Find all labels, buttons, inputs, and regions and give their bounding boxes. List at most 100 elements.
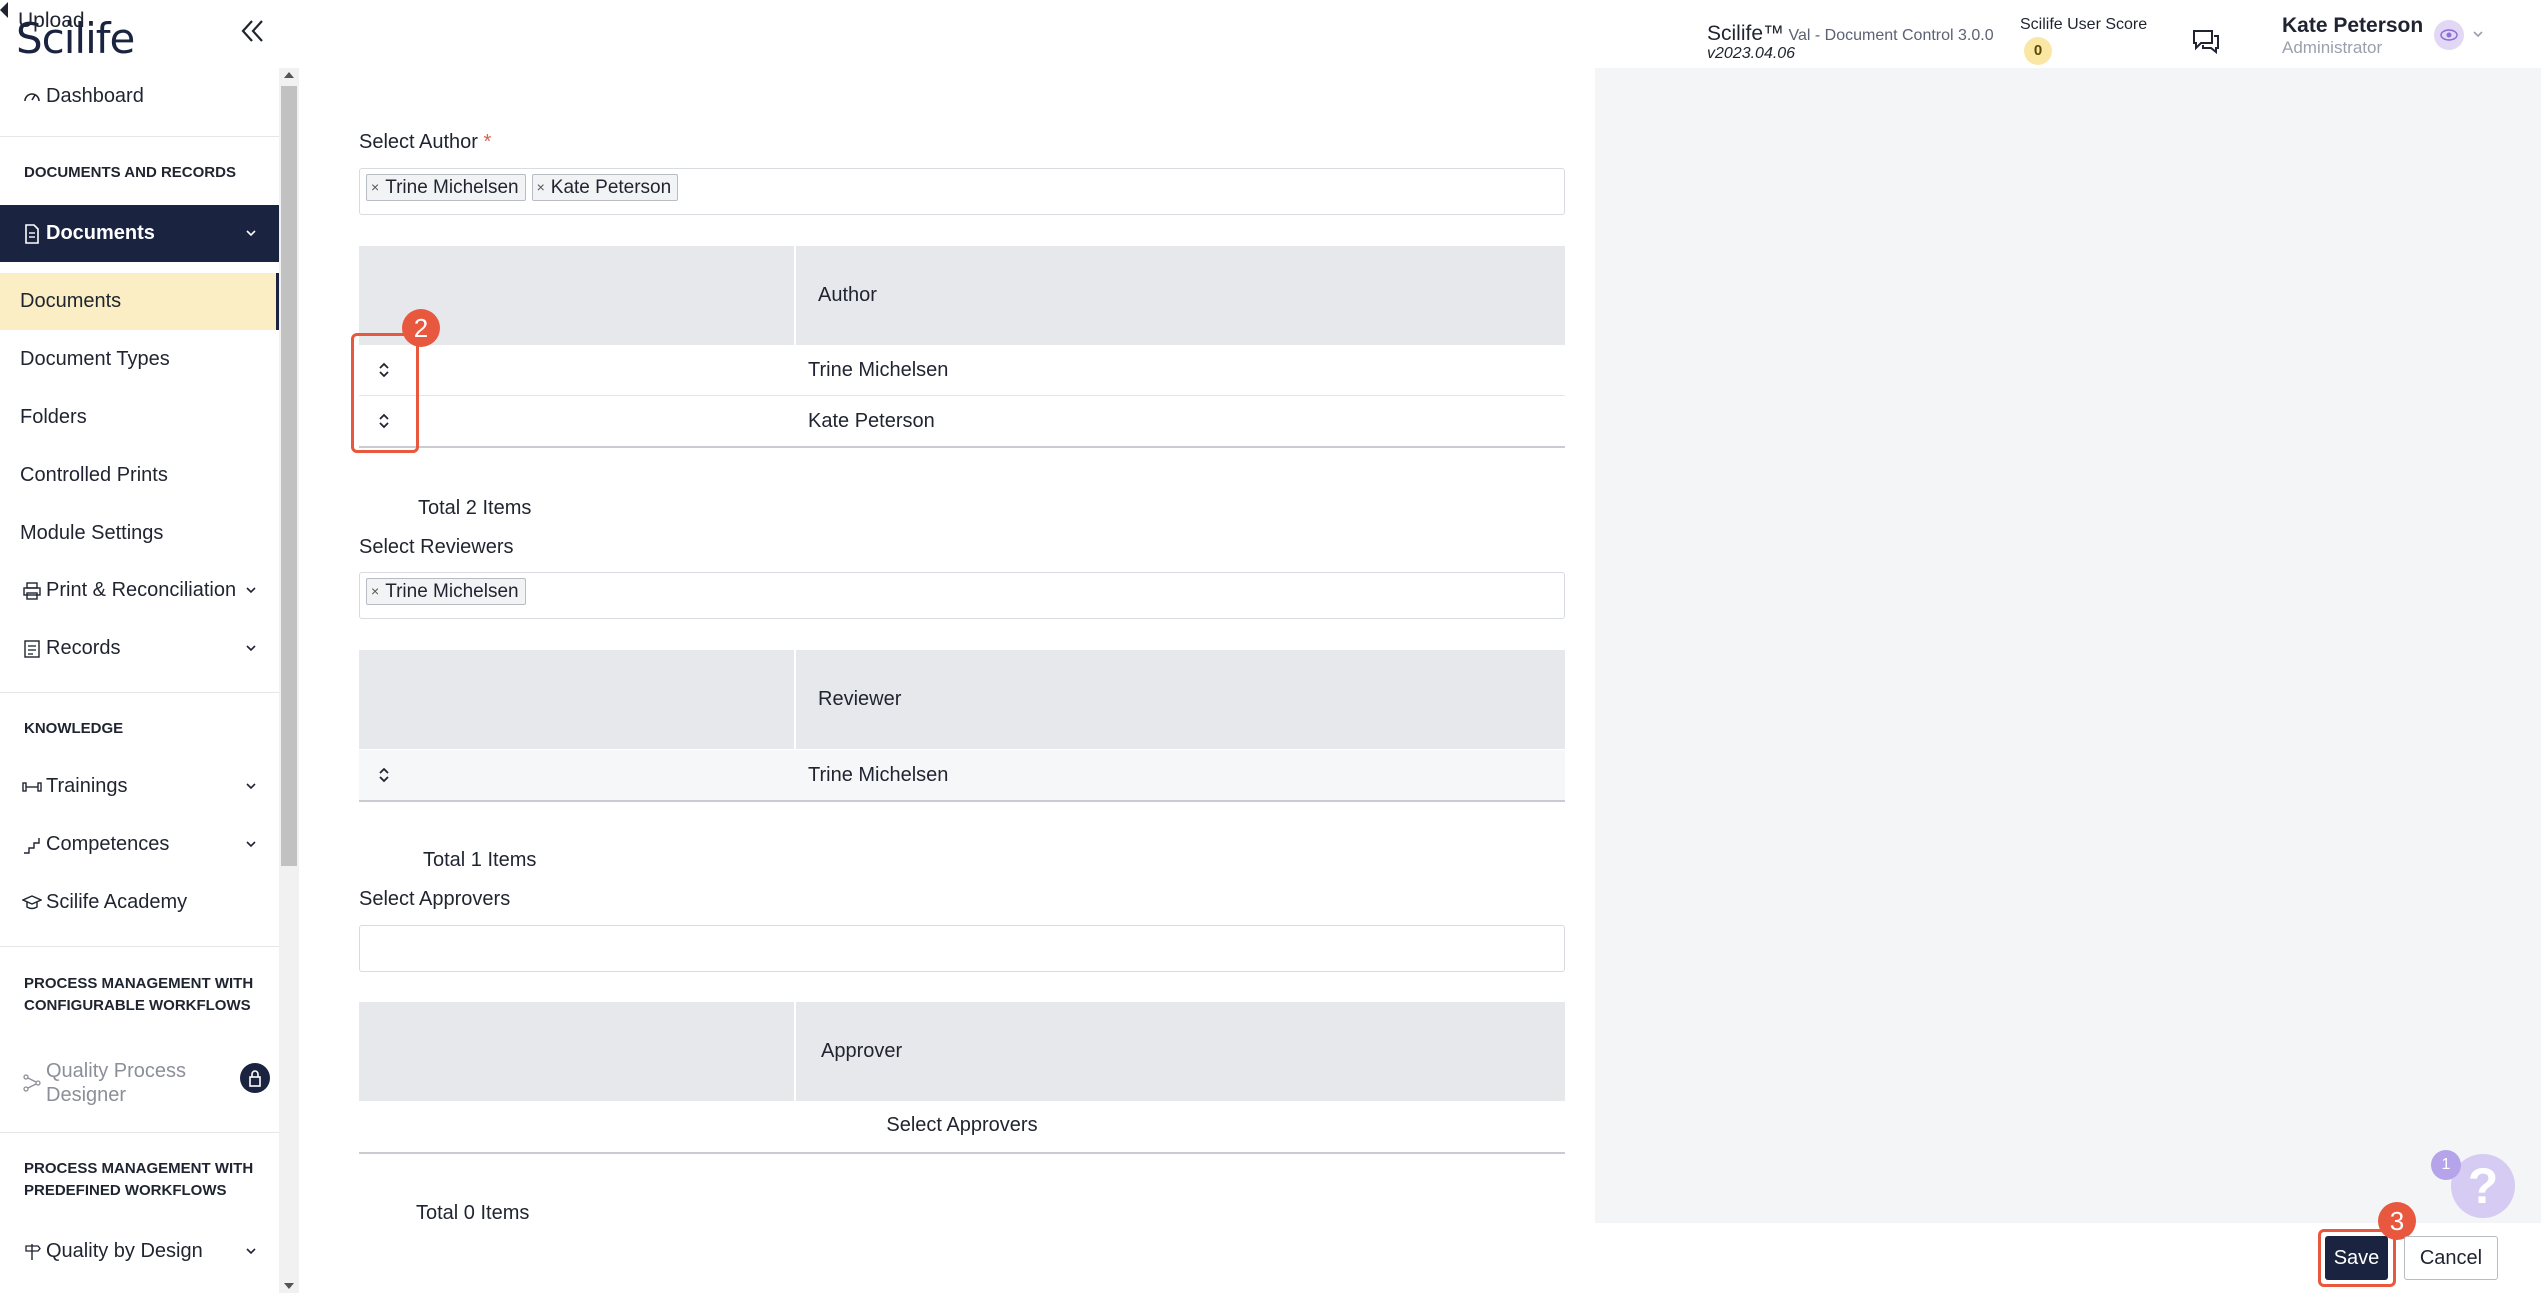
reviewer-column-header: Reviewer	[818, 688, 902, 710]
chat-icon[interactable]	[2192, 28, 2220, 54]
step-2-highlight	[351, 333, 419, 453]
sidebar-item-label: Module Settings	[20, 522, 164, 544]
divider	[0, 946, 279, 947]
approver-empty-text: Select Approvers	[886, 1114, 1038, 1136]
avatar[interactable]	[2434, 20, 2464, 50]
table-bottom-border	[359, 1152, 1565, 1154]
remove-tag-icon[interactable]: ×	[371, 579, 379, 604]
author-total: Total 2 Items	[418, 497, 532, 519]
sidebar-item-label: Controlled Prints	[20, 464, 168, 486]
sidebar-item-records[interactable]: Records	[0, 620, 279, 677]
author-tag: × Kate Peterson	[531, 174, 679, 201]
reviewer-tag: × Trine Michelsen	[366, 578, 526, 605]
divider	[0, 1132, 279, 1133]
section-process-configurable: PROCESS MANAGEMENT WITH CONFIGURABLE WOR…	[24, 975, 254, 1014]
sidebar-item-print-reconciliation[interactable]: Print & Reconciliation	[0, 562, 279, 619]
select-approvers-label: Select Approvers	[359, 888, 511, 910]
collapse-sidebar-icon[interactable]	[238, 16, 268, 46]
sidebar-item-dashboard[interactable]: Dashboard	[0, 68, 279, 125]
avatar-face-icon	[2440, 29, 2458, 41]
help-count-badge: 1	[2431, 1150, 2461, 1180]
sidebar-item-folders[interactable]: Folders	[0, 389, 279, 446]
sidebar-scrollbar[interactable]	[279, 68, 299, 1293]
divider	[0, 136, 279, 137]
app-version: v2023.04.06	[1707, 45, 1796, 62]
chevron-down-icon	[246, 230, 256, 237]
sidebar-item-scilife-academy[interactable]: Scilife Academy	[0, 874, 279, 931]
select-reviewers-label: Select Reviewers	[359, 536, 514, 558]
author-cell: Kate Peterson	[808, 410, 935, 432]
remove-tag-icon[interactable]: ×	[537, 175, 545, 200]
reviewer-table-header: Reviewer	[359, 650, 1565, 749]
sidebar-item-label: Quality by Design	[46, 1240, 203, 1262]
user-name[interactable]: Kate Peterson	[2282, 14, 2423, 38]
section-process-predefined: PROCESS MANAGEMENT WITH PREDEFINED WORKF…	[24, 1160, 254, 1199]
sidebar-item-competences[interactable]: Competences	[0, 816, 279, 873]
sidebar-item-label: Documents	[46, 222, 155, 244]
save-button[interactable]: Save	[2325, 1236, 2388, 1280]
tag-label: Trine Michelsen	[385, 581, 519, 602]
printer-icon	[22, 581, 42, 601]
graduation-cap-icon	[22, 893, 42, 913]
tag-label: Trine Michelsen	[385, 177, 519, 198]
sidebar-item-quality-by-design[interactable]: Quality by Design	[0, 1223, 279, 1280]
upload-caret-icon	[0, 2, 8, 18]
select-author-label-text: Select Author	[359, 131, 478, 153]
author-table-header: Author	[359, 246, 1565, 345]
section-documents-records: DOCUMENTS AND RECORDS	[24, 164, 236, 181]
sidebar-item-documents-list[interactable]: Documents	[0, 273, 279, 330]
app-subtitle: Val - Document Control 3.0.0	[1784, 27, 1994, 44]
sidebar-item-documents[interactable]: Documents	[0, 205, 279, 262]
document-icon	[22, 223, 42, 244]
user-score-label: Scilife User Score	[2020, 16, 2148, 33]
divider	[0, 692, 279, 693]
approver-multiselect[interactable]	[359, 925, 1565, 972]
sidebar-item-controlled-prints[interactable]: Controlled Prints	[0, 447, 279, 504]
column-separator	[794, 1002, 796, 1101]
reviewer-cell: Trine Michelsen	[808, 764, 949, 786]
app-name: Scilife™ Val - Document Control 3.0.0	[1707, 22, 1994, 46]
reviewer-multiselect[interactable]: × Trine Michelsen	[359, 572, 1565, 619]
author-multiselect[interactable]: × Trine Michelsen × Kate Peterson	[359, 168, 1565, 215]
step-3-badge: 3	[2378, 1202, 2416, 1240]
table-bottom-border	[359, 446, 1565, 448]
tag-label: Kate Peterson	[550, 177, 672, 198]
user-role: Administrator	[2282, 38, 2383, 57]
sort-handle-icon[interactable]	[376, 764, 392, 786]
sidebar-item-document-types[interactable]: Document Types	[0, 331, 279, 388]
gauge-icon	[22, 87, 42, 107]
approver-column-header: Approver	[821, 1040, 903, 1062]
table-row: Trine Michelsen	[359, 750, 1565, 801]
section-knowledge: KNOWLEDGE	[24, 720, 124, 737]
chevron-down-icon	[246, 841, 256, 848]
sidebar-item-label: Trainings	[46, 775, 128, 797]
approver-total: Total 0 Items	[416, 1202, 530, 1224]
sidebar-item-label: Documents	[20, 290, 122, 312]
required-mark: *	[483, 131, 492, 153]
sidebar-item-label: Document Types	[20, 348, 170, 370]
author-cell: Trine Michelsen	[808, 359, 949, 381]
workflow-icon	[22, 1073, 42, 1093]
upload-label[interactable]: Upload	[18, 9, 85, 33]
scroll-up-arrow-icon[interactable]	[284, 72, 294, 78]
sidebar: Dashboard DOCUMENTS AND RECORDS Document…	[0, 68, 279, 1293]
step-2-badge: 2	[402, 309, 440, 347]
sidebar-item-label: Folders	[20, 406, 87, 428]
select-author-label: Select Author *	[359, 131, 491, 154]
sidebar-item-module-settings[interactable]: Module Settings	[0, 505, 279, 562]
chevron-down-icon	[246, 1248, 256, 1255]
chevron-down-icon	[246, 587, 256, 594]
chevron-down-icon	[246, 783, 256, 790]
chevron-down-icon[interactable]	[2472, 28, 2484, 40]
table-row: Trine Michelsen	[359, 345, 1565, 396]
sidebar-item-label: Print & Reconciliation	[46, 579, 237, 601]
sidebar-item-label: Competences	[46, 833, 170, 855]
remove-tag-icon[interactable]: ×	[371, 175, 379, 200]
scrollbar-thumb[interactable]	[281, 86, 297, 866]
user-score-badge[interactable]: 0	[2024, 37, 2052, 65]
sidebar-item-trainings[interactable]: Trainings	[0, 758, 279, 815]
cancel-button[interactable]: Cancel	[2404, 1236, 2498, 1280]
signpost-icon	[22, 1242, 42, 1262]
scroll-down-arrow-icon[interactable]	[284, 1283, 294, 1289]
sidebar-item-quality-process-designer[interactable]: Quality Process Designer	[0, 1048, 279, 1118]
